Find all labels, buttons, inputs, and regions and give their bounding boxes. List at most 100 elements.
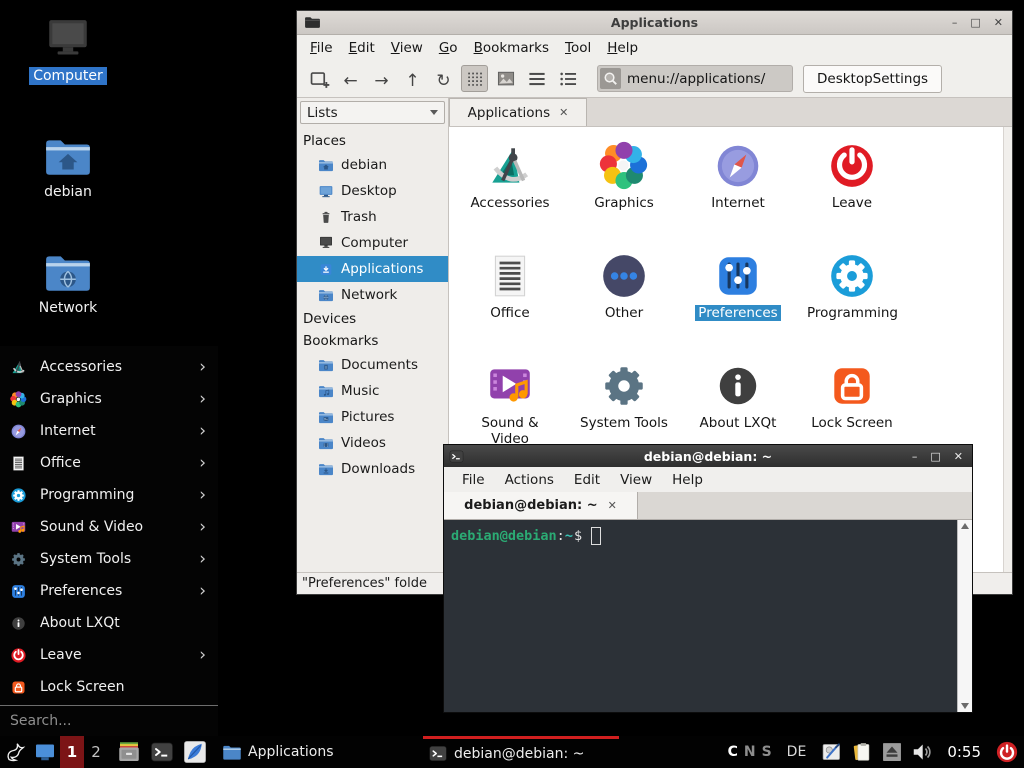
- terminal-output-area[interactable]: debian@debian : ~ $: [444, 520, 972, 712]
- screenshot-tray-icon[interactable]: [821, 741, 843, 763]
- clipboard-tray-icon[interactable]: [851, 741, 873, 763]
- sidebar-item-computer[interactable]: Computer: [297, 230, 448, 256]
- scroll-up-icon[interactable]: [961, 523, 969, 529]
- menu-item-accessories[interactable]: Accessories›: [0, 351, 218, 383]
- quicklaunch-qterminal[interactable]: [150, 740, 174, 764]
- show-desktop-button[interactable]: [30, 736, 60, 768]
- sidebar-item-desktop[interactable]: Desktop: [297, 178, 448, 204]
- terminal-titlebar[interactable]: debian@debian: ~ – □ ✕: [444, 445, 972, 467]
- terminal-tab[interactable]: debian@debian: ~ ✕: [444, 492, 638, 519]
- sidebar-item-pictures[interactable]: Pictures: [297, 404, 448, 430]
- close-button[interactable]: ✕: [994, 17, 1003, 28]
- fm-menu-go[interactable]: Go: [431, 40, 466, 56]
- close-button[interactable]: ✕: [954, 451, 963, 462]
- fm-titlebar[interactable]: Applications – □ ✕: [297, 11, 1012, 35]
- address-bar[interactable]: menu://applications/: [597, 65, 793, 92]
- fm-menu-tool[interactable]: Tool: [557, 40, 599, 56]
- main-menu-button[interactable]: [0, 736, 30, 768]
- quicklaunch-featherpad[interactable]: [183, 740, 207, 764]
- terminal-menu-edit[interactable]: Edit: [564, 472, 610, 488]
- app-category-internet[interactable]: Internet: [681, 136, 795, 246]
- terminal-menu-view[interactable]: View: [610, 472, 662, 488]
- menu-item-lock-screen[interactable]: Lock Screen: [0, 671, 218, 703]
- prompt-separator: :: [557, 528, 565, 544]
- sidebar-item-applications[interactable]: Applications: [297, 256, 448, 282]
- forward-button[interactable]: →: [368, 65, 395, 92]
- thumbnail-view-button[interactable]: [492, 65, 519, 92]
- menu-item-programming[interactable]: Programming›: [0, 479, 218, 511]
- submenu-arrow-icon: ›: [199, 391, 206, 408]
- sidebar-item-documents[interactable]: Documents: [297, 352, 448, 378]
- sidebar-item-videos[interactable]: Videos: [297, 430, 448, 456]
- sidebar-item-network[interactable]: Network: [297, 282, 448, 308]
- clock[interactable]: 0:55: [947, 743, 981, 761]
- fm-menu-help[interactable]: Help: [599, 40, 646, 56]
- terminal-menu-help[interactable]: Help: [662, 472, 713, 488]
- app-category-label: Leave: [829, 195, 875, 211]
- fm-menu-file[interactable]: File: [302, 40, 341, 56]
- keyboard-layout-indicator[interactable]: DE: [787, 744, 807, 760]
- app-category-leave[interactable]: Leave: [795, 136, 909, 246]
- menu-search-input[interactable]: Search...: [0, 705, 218, 736]
- menu-item-system-tools[interactable]: System Tools›: [0, 543, 218, 575]
- new-tab-button[interactable]: [306, 65, 333, 92]
- tab-close-icon[interactable]: ✕: [559, 106, 568, 119]
- maximize-button[interactable]: □: [970, 17, 980, 28]
- minimize-button[interactable]: –: [952, 17, 958, 28]
- app-category-office[interactable]: Office: [453, 246, 567, 356]
- terminal-menu-file[interactable]: File: [452, 472, 495, 488]
- fm-menu-bookmarks[interactable]: Bookmarks: [466, 40, 557, 56]
- power-button[interactable]: [995, 740, 1019, 764]
- sidebar-item-downloads[interactable]: Downloads: [297, 456, 448, 482]
- terminal-scrollbar[interactable]: [957, 520, 972, 712]
- app-category-preferences[interactable]: Preferences: [681, 246, 795, 356]
- compact-view-button[interactable]: [554, 65, 581, 92]
- minimize-button[interactable]: –: [912, 451, 918, 462]
- app-category-other[interactable]: Other: [567, 246, 681, 356]
- app-category-accessories[interactable]: Accessories: [453, 136, 567, 246]
- status-text: "Preferences" folde: [302, 576, 427, 591]
- reload-button[interactable]: ↻: [430, 65, 457, 92]
- menu-item-sound-video[interactable]: Sound & Video›: [0, 511, 218, 543]
- tab-applications[interactable]: Applications ✕: [449, 98, 587, 126]
- app-category-graphics[interactable]: Graphics: [567, 136, 681, 246]
- workspace-button-1[interactable]: 1: [60, 736, 84, 768]
- menu-item-preferences[interactable]: Preferences›: [0, 575, 218, 607]
- scroll-down-icon[interactable]: [961, 703, 969, 709]
- terminal-menu-actions[interactable]: Actions: [495, 472, 564, 488]
- task-button-applications[interactable]: Applications: [217, 736, 413, 768]
- maximize-button[interactable]: □: [930, 451, 940, 462]
- fm-scrollbar-track[interactable]: [1003, 127, 1012, 572]
- lock-screen-icon: [10, 679, 27, 696]
- prompt-user-host: debian@debian: [451, 528, 557, 544]
- sidebar-item-music[interactable]: Music: [297, 378, 448, 404]
- desktop-icon-debian[interactable]: debian: [20, 134, 116, 250]
- computer-icon: [43, 18, 93, 64]
- fm-menu-edit[interactable]: Edit: [341, 40, 383, 56]
- menu-item-internet[interactable]: Internet›: [0, 415, 218, 447]
- app-category-programming[interactable]: Programming: [795, 246, 909, 356]
- fm-menu-view[interactable]: View: [383, 40, 431, 56]
- sidebar-item-trash[interactable]: Trash: [297, 204, 448, 230]
- task-button-debian-debian[interactable]: debian@debian: ~: [423, 736, 619, 768]
- detailed-view-button[interactable]: [523, 65, 550, 92]
- menu-item-leave[interactable]: Leave›: [0, 639, 218, 671]
- menu-item-graphics[interactable]: Graphics›: [0, 383, 218, 415]
- sidebar-item-debian[interactable]: debian: [297, 152, 448, 178]
- fm-window-title: Applications: [297, 15, 1012, 30]
- back-button[interactable]: ←: [337, 65, 364, 92]
- removable-media-tray-icon[interactable]: [881, 741, 903, 763]
- desktop-icon-label: Network: [35, 299, 101, 317]
- up-button[interactable]: ↑: [399, 65, 426, 92]
- tab-close-icon[interactable]: ✕: [608, 499, 617, 512]
- workspace-button-2[interactable]: 2: [84, 736, 108, 768]
- desktop-settings-button[interactable]: DesktopSettings: [803, 65, 942, 93]
- menu-item-office[interactable]: Office›: [0, 447, 218, 479]
- lists-combobox[interactable]: Lists: [300, 101, 445, 124]
- icon-view-button[interactable]: [461, 65, 488, 92]
- terminal-cursor: [591, 527, 601, 545]
- quicklaunch-file-manager[interactable]: [117, 740, 141, 764]
- volume-tray-icon[interactable]: [911, 741, 933, 763]
- desktop-icon-computer[interactable]: Computer: [20, 18, 116, 134]
- menu-item-about-lxqt[interactable]: About LXQt: [0, 607, 218, 639]
